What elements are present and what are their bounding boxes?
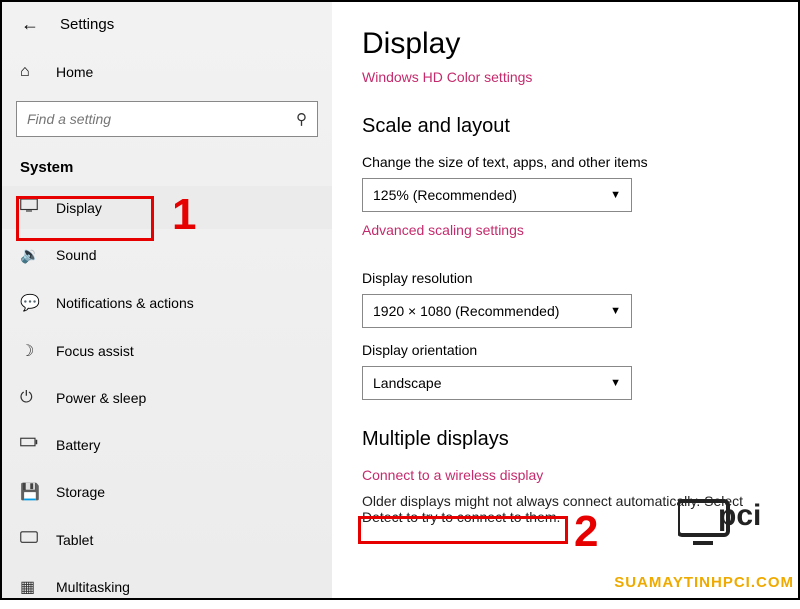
header-title: Settings: [60, 16, 114, 33]
nav-display[interactable]: Display: [2, 186, 332, 229]
nav-multitasking[interactable]: ▦ Multitasking: [2, 565, 332, 609]
back-icon[interactable]: ←: [20, 14, 40, 35]
nav-display-label: Display: [56, 200, 102, 216]
section-title: System: [2, 149, 332, 186]
nav-sound[interactable]: 🔉 Sound: [2, 233, 332, 277]
tablet-icon: [20, 530, 42, 549]
sidebar: ← Settings ⌂ Home ⚲ System Display 🔉 Sou…: [2, 2, 332, 598]
chevron-down-icon: ▼: [610, 189, 621, 201]
search-input[interactable]: [27, 111, 296, 127]
nav-storage-label: Storage: [56, 484, 105, 500]
chevron-down-icon: ▼: [610, 305, 621, 317]
sound-icon: 🔉: [20, 245, 42, 265]
power-icon: ⏻: [20, 389, 42, 407]
watermark: SUAMAYTINHPCI.COM: [614, 574, 794, 592]
orientation-dropdown[interactable]: Landscape ▼: [362, 366, 632, 400]
nav-focus-label: Focus assist: [56, 343, 134, 359]
scale-heading: Scale and layout: [362, 115, 770, 138]
nav-multitasking-label: Multitasking: [56, 579, 130, 595]
nav-storage[interactable]: 💾 Storage: [2, 470, 332, 514]
search-box[interactable]: ⚲: [16, 101, 318, 137]
search-icon: ⚲: [296, 110, 307, 128]
nav-notifications-label: Notifications & actions: [56, 295, 194, 311]
watermark-text: SUAMAYTINHPCI.COM: [614, 574, 794, 591]
watermark-logo: pci: [678, 493, 768, 558]
scale-size-dropdown[interactable]: 125% (Recommended) ▼: [362, 178, 632, 212]
orientation-label: Display orientation: [362, 342, 770, 358]
nav-tablet-label: Tablet: [56, 532, 93, 548]
resolution-value: 1920 × 1080 (Recommended): [373, 303, 559, 319]
storage-icon: 💾: [20, 482, 42, 502]
orientation-value: Landscape: [373, 375, 442, 391]
nav-power-label: Power & sleep: [56, 390, 146, 406]
nav-tablet[interactable]: Tablet: [2, 518, 332, 561]
resolution-dropdown[interactable]: 1920 × 1080 (Recommended) ▼: [362, 294, 632, 328]
advanced-scaling-link[interactable]: Advanced scaling settings: [362, 222, 524, 238]
nav-focus[interactable]: ☽ Focus assist: [2, 329, 332, 373]
page-title: Display: [362, 27, 770, 61]
hd-color-link[interactable]: Windows HD Color settings: [362, 69, 532, 85]
notifications-icon: 💬: [20, 293, 42, 313]
battery-icon: [20, 435, 42, 454]
nav-sound-label: Sound: [56, 247, 96, 263]
nav-battery-label: Battery: [56, 437, 100, 453]
chevron-down-icon: ▼: [610, 377, 621, 389]
nav-battery[interactable]: Battery: [2, 423, 332, 466]
settings-header: ← Settings: [2, 14, 332, 51]
scale-size-label: Change the size of text, apps, and other…: [362, 154, 770, 170]
resolution-label: Display resolution: [362, 270, 770, 286]
focus-icon: ☽: [20, 341, 42, 361]
home-label: Home: [56, 64, 93, 80]
display-icon: [20, 198, 42, 217]
connect-wireless-link[interactable]: Connect to a wireless display: [362, 467, 543, 483]
multitasking-icon: ▦: [20, 577, 42, 597]
home-nav[interactable]: ⌂ Home: [2, 51, 332, 93]
scale-size-value: 125% (Recommended): [373, 187, 517, 203]
home-icon: ⌂: [20, 63, 42, 81]
multi-heading: Multiple displays: [362, 428, 770, 451]
svg-text:pci: pci: [718, 499, 761, 532]
nav-notifications[interactable]: 💬 Notifications & actions: [2, 281, 332, 325]
nav-power[interactable]: ⏻ Power & sleep: [2, 377, 332, 419]
